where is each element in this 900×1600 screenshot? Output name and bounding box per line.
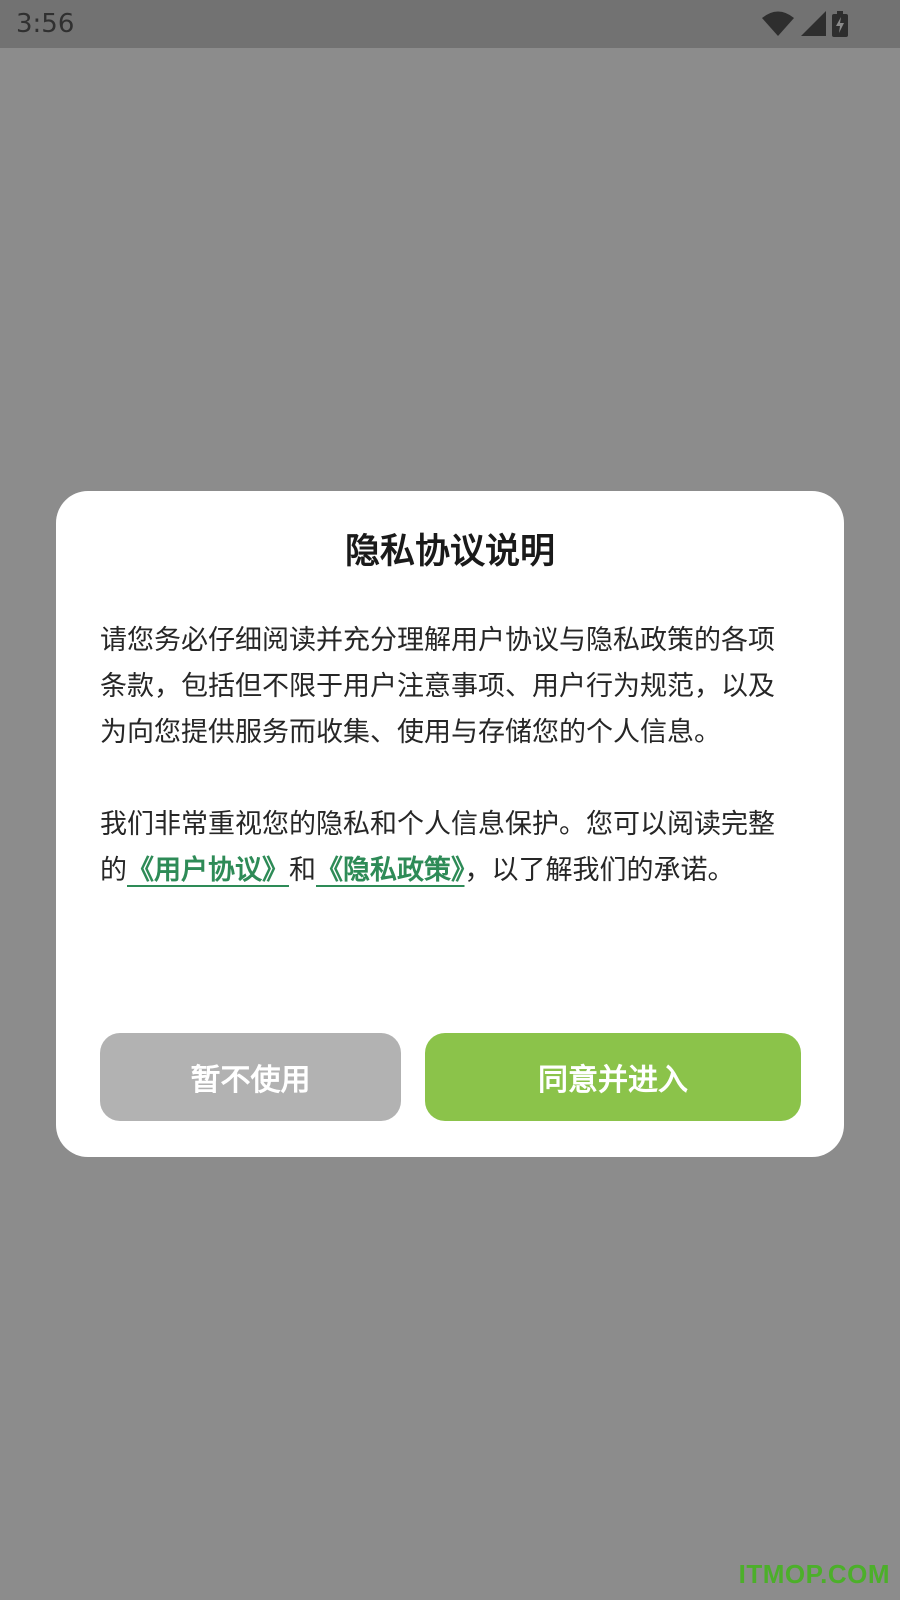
dialog-paragraph-2: 我们非常重视您的隐私和个人信息保护。您可以阅读完整的《用户协议》和《隐私政策》，…: [100, 802, 800, 894]
status-bar: 3:56: [0, 0, 900, 48]
privacy-dialog: 隐私协议说明 请您务必仔细阅读并充分理解用户协议与隐私政策的各项条款，包括但不限…: [56, 491, 844, 1157]
dialog-paragraph-1: 请您务必仔细阅读并充分理解用户协议与隐私政策的各项条款，包括但不限于用户注意事项…: [100, 625, 775, 748]
dialog-title: 隐私协议说明: [344, 532, 555, 572]
paragraph-2-text-after: ，以了解我们的承诺。: [464, 855, 735, 886]
wifi-icon: [762, 11, 794, 37]
dialog-body: 请您务必仔细阅读并充分理解用户协议与隐私政策的各项条款，包括但不限于用户注意事项…: [100, 618, 800, 894]
watermark: ITMOP.COM: [738, 1559, 890, 1589]
signal-icon: [800, 11, 826, 37]
decline-button[interactable]: 暂不使用: [100, 1033, 401, 1121]
status-time: 3:56: [16, 9, 75, 39]
battery-charging-icon: [832, 11, 848, 37]
status-icons: [762, 10, 848, 38]
agree-button[interactable]: 同意并进入: [425, 1033, 801, 1121]
paragraph-2-text-middle: 和: [289, 855, 316, 886]
user-agreement-link[interactable]: 《用户协议》: [127, 855, 289, 886]
privacy-policy-link[interactable]: 《隐私政策》: [316, 855, 465, 886]
